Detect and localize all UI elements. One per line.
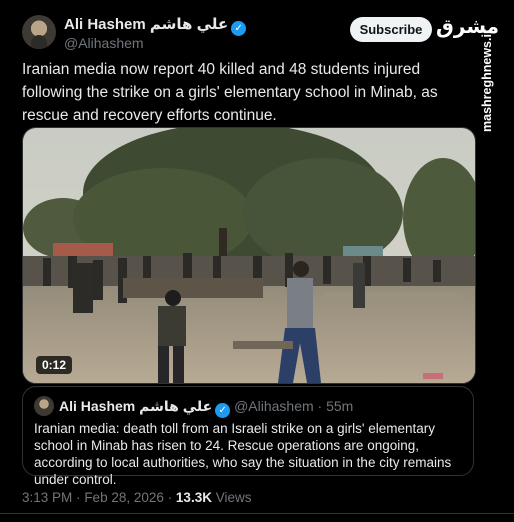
author-avatar[interactable] bbox=[22, 15, 56, 49]
quote-verified-badge-icon: ✓ bbox=[215, 403, 231, 418]
footer-separator: · bbox=[76, 490, 81, 505]
video-duration: 0:12 bbox=[36, 356, 73, 374]
quote-author-avatar[interactable] bbox=[34, 396, 54, 416]
subscribe-button[interactable]: Subscribe bbox=[350, 17, 432, 42]
quoted-tweet[interactable]: Ali Hashem علي هاشم ✓ @Alihashem · 55m Ir… bbox=[22, 386, 474, 487]
quote-author-handle[interactable]: @Alihashem bbox=[234, 398, 314, 414]
author-name-row[interactable]: Ali Hashem علي هاشم ✓ bbox=[64, 15, 247, 36]
quote-time[interactable]: 55m bbox=[326, 398, 353, 414]
quote-author-name-arabic[interactable]: علي هاشم bbox=[139, 398, 212, 414]
verified-badge-icon: ✓ bbox=[231, 21, 247, 36]
view-count: 13.3K bbox=[175, 490, 212, 505]
post-time[interactable]: 3:13 PM bbox=[22, 490, 72, 505]
tweet-text: Iranian media now report 40 killed and 4… bbox=[22, 61, 438, 124]
footer-separator: · bbox=[167, 490, 173, 505]
site-url-watermark: mashreghnews.ir bbox=[480, 29, 494, 132]
video-thumbnail bbox=[23, 128, 475, 383]
tweet-footer: 3:13 PM · Feb 28, 2026 · 13.3K Views bbox=[22, 490, 252, 505]
divider bbox=[0, 513, 514, 514]
quote-header: Ali Hashem علي هاشم ✓ @Alihashem · 55m bbox=[59, 398, 353, 418]
video-player[interactable] bbox=[22, 127, 476, 384]
views-label: Views bbox=[215, 490, 252, 505]
author-handle[interactable]: @Alihashem bbox=[64, 35, 144, 51]
quote-text: Iranian media: death toll from an Israel… bbox=[34, 421, 452, 487]
author-name[interactable]: Ali Hashem bbox=[64, 16, 146, 33]
quote-separator: · bbox=[317, 398, 323, 414]
post-date[interactable]: Feb 28, 2026 bbox=[84, 490, 164, 505]
quote-author-name[interactable]: Ali Hashem bbox=[59, 398, 135, 414]
author-name-arabic[interactable]: علي هاشم bbox=[150, 16, 228, 33]
